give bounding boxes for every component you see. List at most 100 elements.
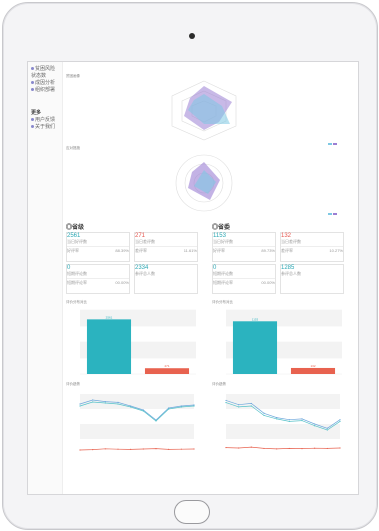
data-point bbox=[263, 412, 265, 414]
bar-chart: 1153 132 bbox=[226, 309, 342, 375]
data-point bbox=[225, 446, 227, 449]
data-point bbox=[180, 448, 182, 450]
radar-title-bottom: 应对措施 bbox=[66, 146, 80, 150]
camera-dot bbox=[189, 33, 195, 39]
stat-card: 2334 参评总人数 bbox=[134, 264, 198, 294]
bar-chart-title: 评价分布对比 bbox=[66, 300, 87, 304]
bar bbox=[232, 321, 278, 374]
bar bbox=[86, 319, 132, 374]
sidebar-item-0[interactable]: 贫困风险 bbox=[28, 66, 62, 73]
data-point bbox=[130, 406, 132, 408]
data-point bbox=[79, 403, 81, 405]
data-point bbox=[326, 427, 328, 429]
data-point bbox=[193, 405, 195, 407]
stat-card: 0 短期评论数 短期评论率 00.00% bbox=[66, 264, 130, 294]
data-point bbox=[238, 447, 240, 449]
data-point bbox=[92, 399, 94, 401]
radar-chart-top bbox=[171, 80, 237, 141]
data-point bbox=[193, 448, 195, 450]
data-point bbox=[276, 416, 278, 419]
bullet-icon bbox=[31, 81, 34, 85]
line-chart-title: 评价趋势 bbox=[212, 382, 226, 386]
data-point bbox=[288, 419, 290, 421]
data-point bbox=[339, 447, 341, 449]
data-point bbox=[117, 401, 119, 403]
app-screen: 贫困风险 状态数 成因分析 组织部署 更多 用户反馈 关于我们 贫困画像 应对措… bbox=[27, 61, 359, 495]
data-point bbox=[288, 420, 290, 423]
data-point bbox=[104, 401, 106, 403]
data-point bbox=[79, 449, 81, 451]
panel-title: ◎省级 bbox=[66, 225, 85, 231]
bar-value-label: 2561 bbox=[106, 315, 113, 319]
bar-chart: 2561 271 bbox=[80, 309, 196, 375]
data-point bbox=[117, 403, 119, 405]
panel-right: ◎省委 1153 当日好评数 好评率 89.73% 132 当日差评数 差评率 10… bbox=[212, 222, 351, 492]
stat-card: 2561 当日好评数 好评率 88.39% bbox=[66, 232, 130, 262]
data-point bbox=[142, 448, 144, 450]
stat-card: 1153 当日好评数 好评率 89.73% bbox=[212, 232, 276, 262]
data-point bbox=[238, 406, 240, 408]
line-chart bbox=[79, 394, 195, 451]
data-point bbox=[92, 449, 94, 451]
stat-card: 271 当日差评数 差评率 11.61% bbox=[134, 232, 198, 262]
sidebar-item-1[interactable]: 状态数 bbox=[28, 73, 62, 80]
data-point bbox=[225, 401, 227, 404]
grid-band bbox=[80, 424, 194, 439]
sidebar-section-more: 更多 bbox=[31, 110, 42, 116]
data-point bbox=[225, 399, 227, 402]
bar-value-label: 132 bbox=[310, 364, 315, 368]
home-button[interactable] bbox=[174, 500, 210, 524]
bar-value-label: 271 bbox=[164, 364, 169, 368]
series-line bbox=[225, 446, 341, 450]
data-point bbox=[168, 448, 170, 450]
sidebar-item-2[interactable]: 成因分析 bbox=[28, 80, 62, 87]
data-point bbox=[263, 414, 265, 417]
data-point bbox=[301, 419, 303, 422]
bar bbox=[290, 367, 336, 374]
data-point bbox=[339, 420, 341, 423]
data-point bbox=[301, 448, 303, 450]
tablet-frame: 贫困风险 状态数 成因分析 组织部署 更多 用户反馈 关于我们 贫困画像 应对措… bbox=[2, 2, 378, 530]
data-point bbox=[314, 423, 316, 425]
stat-card: 0 短期评论数 短期评论率 00.00% bbox=[212, 264, 276, 294]
radar-title-top: 贫困画像 bbox=[66, 74, 80, 78]
bullet-icon bbox=[31, 118, 34, 122]
data-point bbox=[168, 408, 170, 410]
data-point bbox=[326, 429, 328, 431]
bullet-icon bbox=[31, 125, 34, 129]
data-point bbox=[92, 401, 94, 403]
radar-chart-bottom bbox=[175, 154, 233, 212]
data-point bbox=[314, 447, 316, 449]
data-point bbox=[314, 425, 316, 427]
bar bbox=[144, 368, 190, 374]
stat-card: 1285 参评总人数 bbox=[280, 264, 344, 294]
series-line bbox=[79, 448, 195, 451]
data-point bbox=[326, 447, 328, 450]
main-content: 贫困画像 应对措施 ◎省级 2561 当日好评数 好评率 88.39% 271 … bbox=[64, 62, 358, 494]
data-point bbox=[288, 447, 290, 450]
stat-card: 132 当日差评数 差评率 10.27% bbox=[280, 232, 344, 262]
data-point bbox=[79, 405, 81, 407]
sidebar-item-3[interactable]: 组织部署 bbox=[28, 87, 62, 94]
grid-band bbox=[226, 424, 340, 439]
panel-title: ◎省委 bbox=[212, 225, 231, 231]
radar-legend-bottom bbox=[328, 212, 337, 216]
data-point bbox=[104, 402, 106, 404]
data-point bbox=[250, 446, 252, 448]
data-point bbox=[180, 406, 182, 408]
radar-legend-top bbox=[328, 142, 337, 146]
data-point bbox=[117, 448, 119, 450]
data-point bbox=[155, 448, 157, 450]
data-point bbox=[276, 448, 278, 450]
panel-left: ◎省级 2561 当日好评数 好评率 88.39% 271 当日差评数 差评率 11… bbox=[66, 222, 205, 492]
sidebar-more-item-0[interactable]: 用户反馈 bbox=[28, 117, 62, 124]
data-point bbox=[130, 448, 132, 450]
line-chart-title: 评价趋势 bbox=[66, 382, 80, 386]
data-point bbox=[276, 418, 278, 420]
sidebar-more-item-1[interactable]: 关于我们 bbox=[28, 124, 62, 131]
bullet-icon bbox=[31, 88, 34, 92]
data-point bbox=[301, 418, 303, 420]
bar-value-label: 1153 bbox=[252, 317, 259, 321]
data-point bbox=[250, 405, 252, 407]
data-point bbox=[142, 410, 144, 412]
